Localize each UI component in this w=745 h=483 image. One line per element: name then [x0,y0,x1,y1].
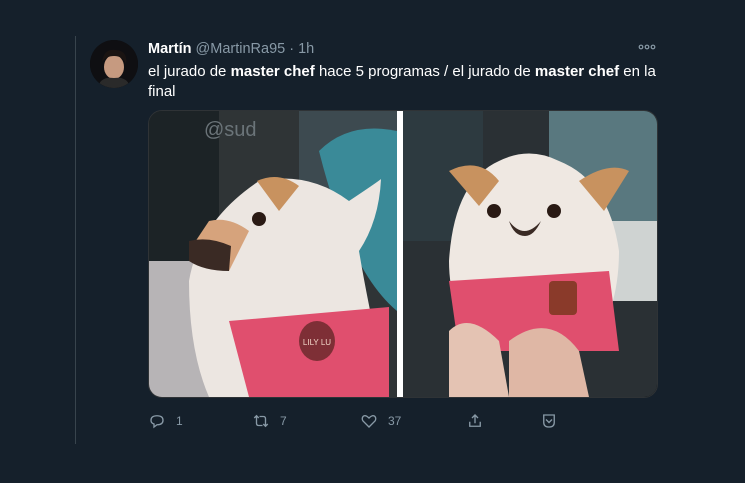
retweet-count: 7 [280,414,287,428]
tweet-text-bold: master chef [534,63,620,80]
retweet-button[interactable]: 7 [252,412,287,430]
right-dog-photo[interactable] [403,111,657,397]
share-button[interactable] [466,412,484,430]
heart-icon [361,414,377,428]
share-icon [469,414,481,427]
tweet-header: Martín @MartinRa95 · 1h [148,41,314,57]
timestamp[interactable]: 1h [298,41,314,57]
tweet-text-bold: master chef [230,63,315,80]
bookmark-dropdown-button[interactable] [540,412,558,430]
tweet-media[interactable]: @sud LILY LU [148,110,658,398]
thread-line [75,36,76,444]
like-count: 37 [388,414,402,428]
tweet-text: el jurado de master chef hace 5 programa… [148,62,668,102]
watermark: @sud [204,119,257,141]
reply-icon [150,415,164,429]
reply-count: 1 [176,414,183,428]
author-name[interactable]: Martín [148,41,192,57]
left-dog-photo[interactable]: @sud LILY LU [149,111,397,397]
pet-tag-text: LILY LU [303,338,331,347]
retweet-icon [253,414,269,428]
tweet-actions: 1 7 37 [148,412,568,436]
avatar[interactable] [90,40,138,88]
separator-dot: · [289,41,295,57]
more-horizontal-icon[interactable] [638,40,656,58]
tweet-text-part: el jurado de [148,63,231,80]
like-button[interactable]: 37 [360,412,401,430]
reply-button[interactable]: 1 [148,412,183,430]
chevron-down-box-icon [543,414,555,428]
tweet-text-part: hace 5 programas / el jurado de [314,63,535,80]
author-handle[interactable]: @MartinRa95 [196,41,286,57]
